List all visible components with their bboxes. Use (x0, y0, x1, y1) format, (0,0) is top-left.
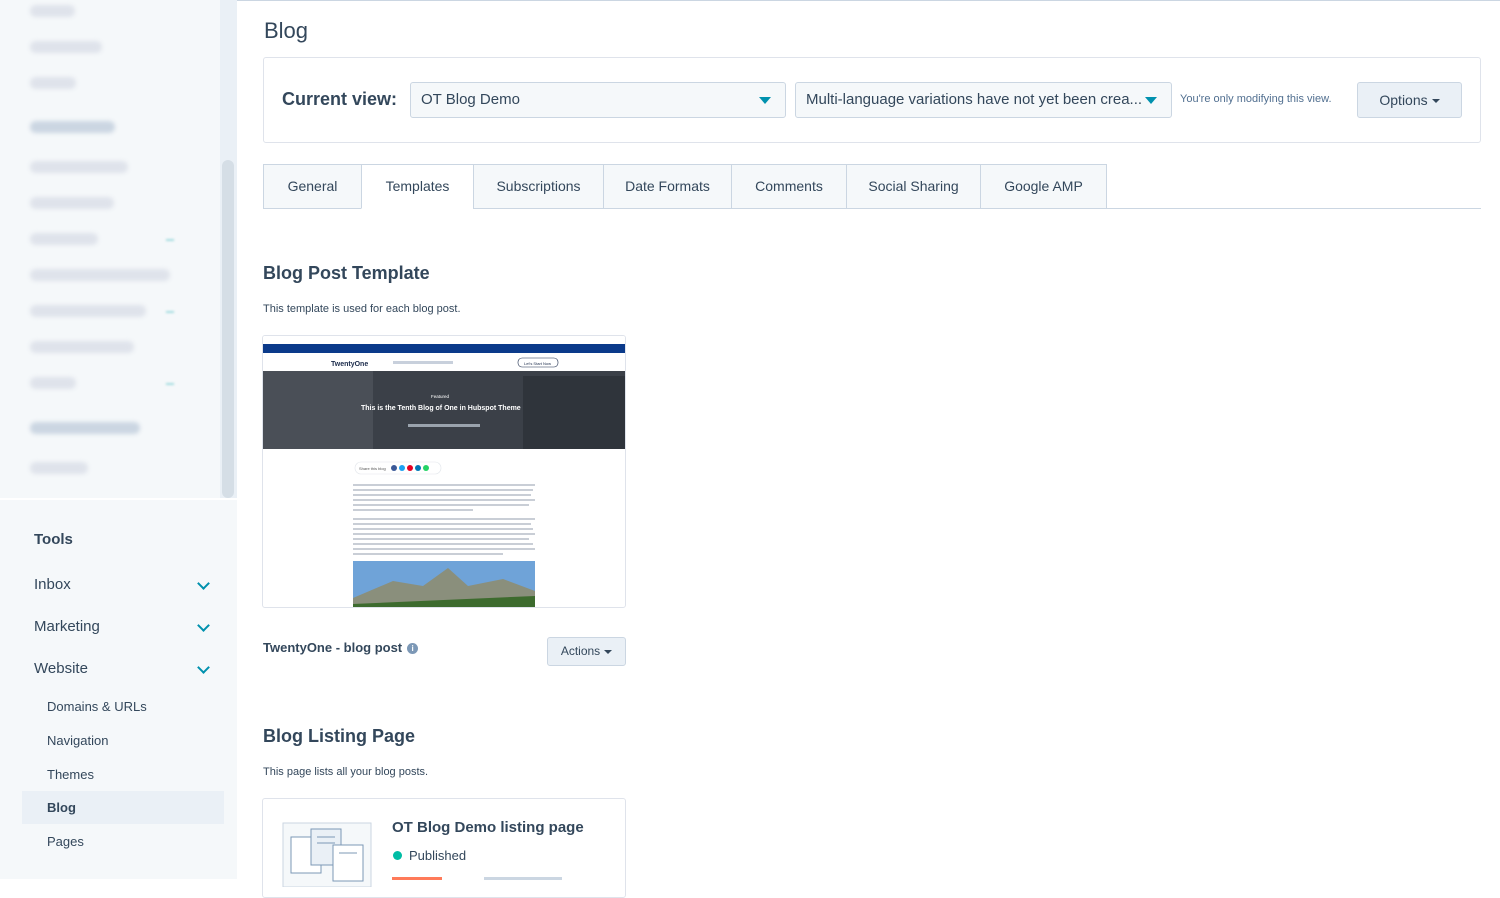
language-select-value: Multi-language variations have not yet b… (806, 91, 1143, 108)
blurred-menu-item (30, 377, 76, 389)
preview-share-label: Share this blog (359, 466, 386, 471)
sidebar-scrollbar-thumb[interactable] (222, 160, 234, 498)
tab-social-sharing[interactable]: Social Sharing (846, 164, 981, 209)
listing-page-name[interactable]: OT Blog Demo listing page (392, 819, 584, 836)
options-label: Options (1379, 92, 1428, 108)
tab-templates[interactable]: Templates (361, 164, 474, 209)
blog-post-template-description: This template is used for each blog post… (263, 303, 461, 315)
blog-select[interactable]: OT Blog Demo (410, 82, 786, 118)
chevron-down-icon (197, 577, 210, 590)
blog-listing-title: Blog Listing Page (263, 726, 416, 746)
blurred-chevron (166, 308, 174, 313)
blurred-menu-item (30, 161, 128, 173)
nav-group-label: Marketing (34, 618, 100, 635)
view-hint: You're only modifying this view. (1180, 93, 1332, 105)
chevron-down-icon (197, 619, 210, 632)
blurred-menu-item (30, 5, 75, 17)
sidebar-item-domains-urls[interactable]: Domains & URLs (22, 690, 224, 723)
sidebar-item-blog[interactable]: Blog (22, 791, 224, 824)
listing-page-illustration-icon (282, 822, 372, 887)
blurred-menu-item (30, 197, 114, 209)
blog-listing-description: This page lists all your blog posts. (263, 766, 429, 778)
nav-group-inbox[interactable]: Inbox (34, 576, 214, 600)
listing-page-card: OT Blog Demo listing page Published (262, 798, 626, 898)
current-view-bar: Current view: OT Blog Demo Multi-languag… (263, 57, 1481, 143)
tab-general[interactable]: General (263, 164, 362, 209)
blurred-menu-item (30, 233, 98, 245)
template-name: TwentyOne - blog post i (263, 640, 419, 655)
preview-cta-text: Let's Start Now (524, 361, 551, 366)
listing-status: Published (409, 848, 467, 863)
preview-hero-sub: Featured (431, 394, 450, 399)
current-view-label: Current view: (282, 89, 398, 109)
sidebar-item-themes[interactable]: Themes (22, 758, 224, 791)
blurred-menu-item (30, 269, 170, 281)
tab-subscriptions[interactable]: Subscriptions (473, 164, 604, 209)
dropdown-caret-icon (1145, 97, 1157, 104)
blurred-chevron (166, 236, 174, 241)
blurred-menu-item (30, 305, 146, 317)
caret-down-icon (604, 649, 613, 654)
published-status-dot (393, 851, 402, 860)
page-title: Blog (264, 18, 309, 43)
info-icon[interactable]: i (407, 643, 419, 655)
blurred-chevron (166, 380, 174, 385)
tools-title: Tools (34, 531, 73, 548)
template-preview[interactable]: TwentyOne Let's Start Now Featured This … (262, 335, 626, 608)
preview-logo-text: TwentyOne (331, 361, 368, 368)
blurred-menu-item (30, 77, 76, 89)
preview-hero-title: This is the Tenth Blog of One in Hubspot… (361, 405, 521, 412)
chevron-down-icon (197, 661, 210, 674)
sidebar-item-navigation[interactable]: Navigation (22, 724, 224, 757)
actions-button[interactable]: Actions (547, 637, 626, 666)
main-content: Blog Current view: OT Blog Demo Multi-la… (237, 0, 1500, 898)
blog-select-value: OT Blog Demo (421, 91, 520, 108)
tab-google-amp[interactable]: Google AMP (980, 164, 1107, 209)
blurred-menu-item (30, 422, 140, 434)
blurred-menu-item (30, 462, 88, 474)
caret-down-icon (1431, 99, 1440, 104)
sidebar-item-pages[interactable]: Pages (22, 825, 224, 858)
blurred-menu-item (30, 341, 134, 353)
nav-group-website[interactable]: Website (34, 660, 214, 684)
blurred-menu-item (30, 41, 102, 53)
tab-date-formats[interactable]: Date Formats (603, 164, 732, 209)
tab-comments[interactable]: Comments (731, 164, 847, 209)
template-preview-image: TwentyOne Let's Start Now Featured This … (263, 336, 625, 607)
actions-label: Actions (560, 644, 601, 658)
blurred-settings-menu (0, 0, 237, 498)
settings-sidebar: Tools Inbox Marketing Website Domains & … (0, 0, 237, 879)
nav-group-label: Website (34, 660, 88, 677)
blurred-menu-item (30, 121, 115, 133)
language-select[interactable]: Multi-language variations have not yet b… (795, 82, 1172, 118)
nav-group-marketing[interactable]: Marketing (34, 618, 214, 642)
dropdown-caret-icon (759, 97, 771, 104)
template-name-text: TwentyOne - blog post (263, 640, 403, 655)
tools-panel: Tools Inbox Marketing Website Domains & … (0, 500, 237, 879)
nav-group-label: Inbox (34, 576, 71, 593)
options-button[interactable]: Options (1357, 82, 1462, 118)
blog-post-template-title: Blog Post Template (263, 263, 430, 283)
